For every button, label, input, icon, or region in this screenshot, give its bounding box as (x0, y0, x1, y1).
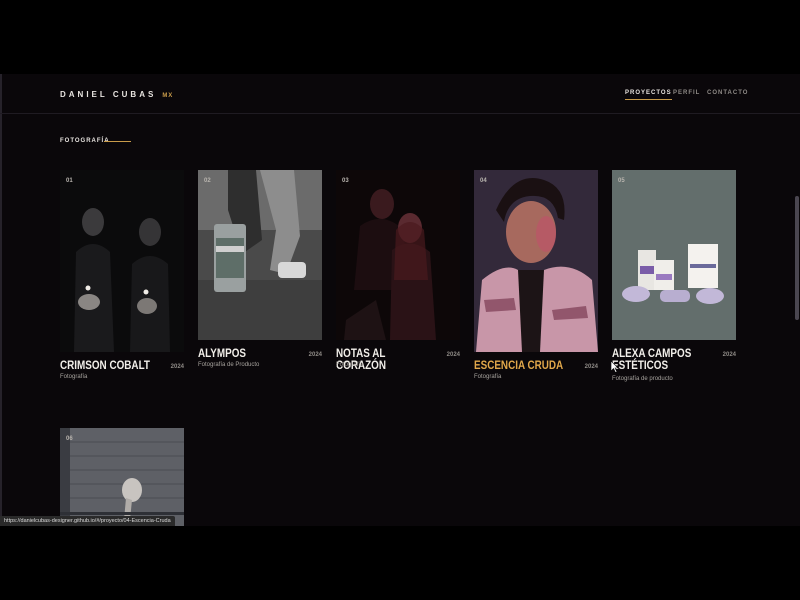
project-title[interactable]: ALEXA CAMPOS ESTÉTICOS (612, 348, 707, 372)
project-title[interactable]: ESCENCIA CRUDA (474, 360, 569, 372)
nav-link-contacto[interactable]: CONTACTO (707, 90, 748, 96)
nav-label-perfil: PERFIL (673, 90, 701, 96)
project-category: Fotografía (474, 374, 502, 380)
project-title[interactable]: NOTAS AL CORAZÓN (336, 348, 431, 372)
project-number: 03 (342, 178, 349, 184)
project-category: Fotografía de Producto (198, 362, 260, 368)
project-image-crimson-cobalt[interactable]: 01 (60, 170, 184, 352)
brand-name: DANIEL CUBAS (60, 90, 157, 99)
nav-label-contacto: CONTACTO (707, 90, 749, 96)
project-number: 04 (480, 178, 487, 184)
nav-link-proyectos[interactable]: PROYECTOS (625, 90, 672, 100)
photo-can-product (198, 170, 322, 340)
project-title[interactable]: ALYMPOS (198, 348, 293, 360)
brand-accent: MX (162, 93, 174, 99)
link-status-url: https://danielcubas-designer.github.io/#… (0, 516, 175, 526)
photo-stone-wall-bird (60, 428, 184, 526)
page-viewport: DANIEL CUBAS MX PROYECTOS PERFIL CONTACTO… (0, 74, 800, 526)
top-navigation: DANIEL CUBAS MX PROYECTOS PERFIL CONTACTO (0, 74, 800, 114)
project-image-alexa-campos[interactable]: 05 (612, 170, 736, 340)
photo-couple-red-light (336, 170, 460, 340)
project-year: 2024 (170, 364, 184, 370)
project-card-alympos[interactable]: 02 ALYMPOS 2024 Fotografía de Producto (198, 170, 322, 368)
project-image-notas-al-corazon[interactable]: 03 (336, 170, 460, 340)
photo-hands-products (612, 170, 736, 340)
section-title-rule (104, 141, 131, 142)
project-category: Fotografía de producto (612, 376, 673, 382)
nav-label-proyectos: PROYECTOS (625, 90, 672, 96)
project-card-alexa-campos[interactable]: 05 ALEXA CAMPOS ESTÉTICOS 2024 Fotografí… (612, 170, 736, 382)
project-card-notas-al-corazon[interactable]: 03 NOTAS AL CORAZÓN 2024 Fotografía (336, 170, 460, 372)
project-image-06[interactable]: 06 (60, 428, 184, 526)
project-number: 01 (66, 178, 73, 184)
project-number: 02 (204, 178, 211, 184)
brand-logo[interactable]: DANIEL CUBAS MX (60, 90, 173, 99)
nav-link-perfil[interactable]: PERFIL (673, 90, 700, 96)
project-number: 06 (66, 436, 73, 442)
window-edge (0, 74, 2, 526)
project-number: 05 (618, 178, 625, 184)
project-image-alympos[interactable]: 02 (198, 170, 322, 340)
active-nav-underline (625, 99, 672, 100)
project-card-crimson-cobalt[interactable]: 01 CRIMSON COBALT 2024 Fotografía (60, 170, 184, 380)
mouse-cursor-icon (611, 361, 619, 373)
page-scrollbar[interactable] (795, 196, 799, 320)
photo-two-people-candles (60, 170, 184, 352)
project-year: 2024 (308, 352, 322, 358)
project-year: 2024 (446, 352, 460, 358)
project-image-escencia-cruda[interactable]: 04 (474, 170, 598, 352)
project-category: Fotografía (60, 374, 88, 380)
photo-man-portrait (474, 170, 598, 352)
project-category: Fotografía (336, 362, 364, 368)
project-title[interactable]: CRIMSON COBALT (60, 360, 155, 372)
project-year: 2024 (584, 364, 598, 370)
project-card-escencia-cruda[interactable]: 04 ESCENCIA CRUDA 2024 Fotografía (474, 170, 598, 380)
project-card-06[interactable]: 06 (60, 428, 184, 526)
section-title: FOTOGRAFÍA (60, 138, 110, 144)
project-year: 2024 (722, 352, 736, 358)
